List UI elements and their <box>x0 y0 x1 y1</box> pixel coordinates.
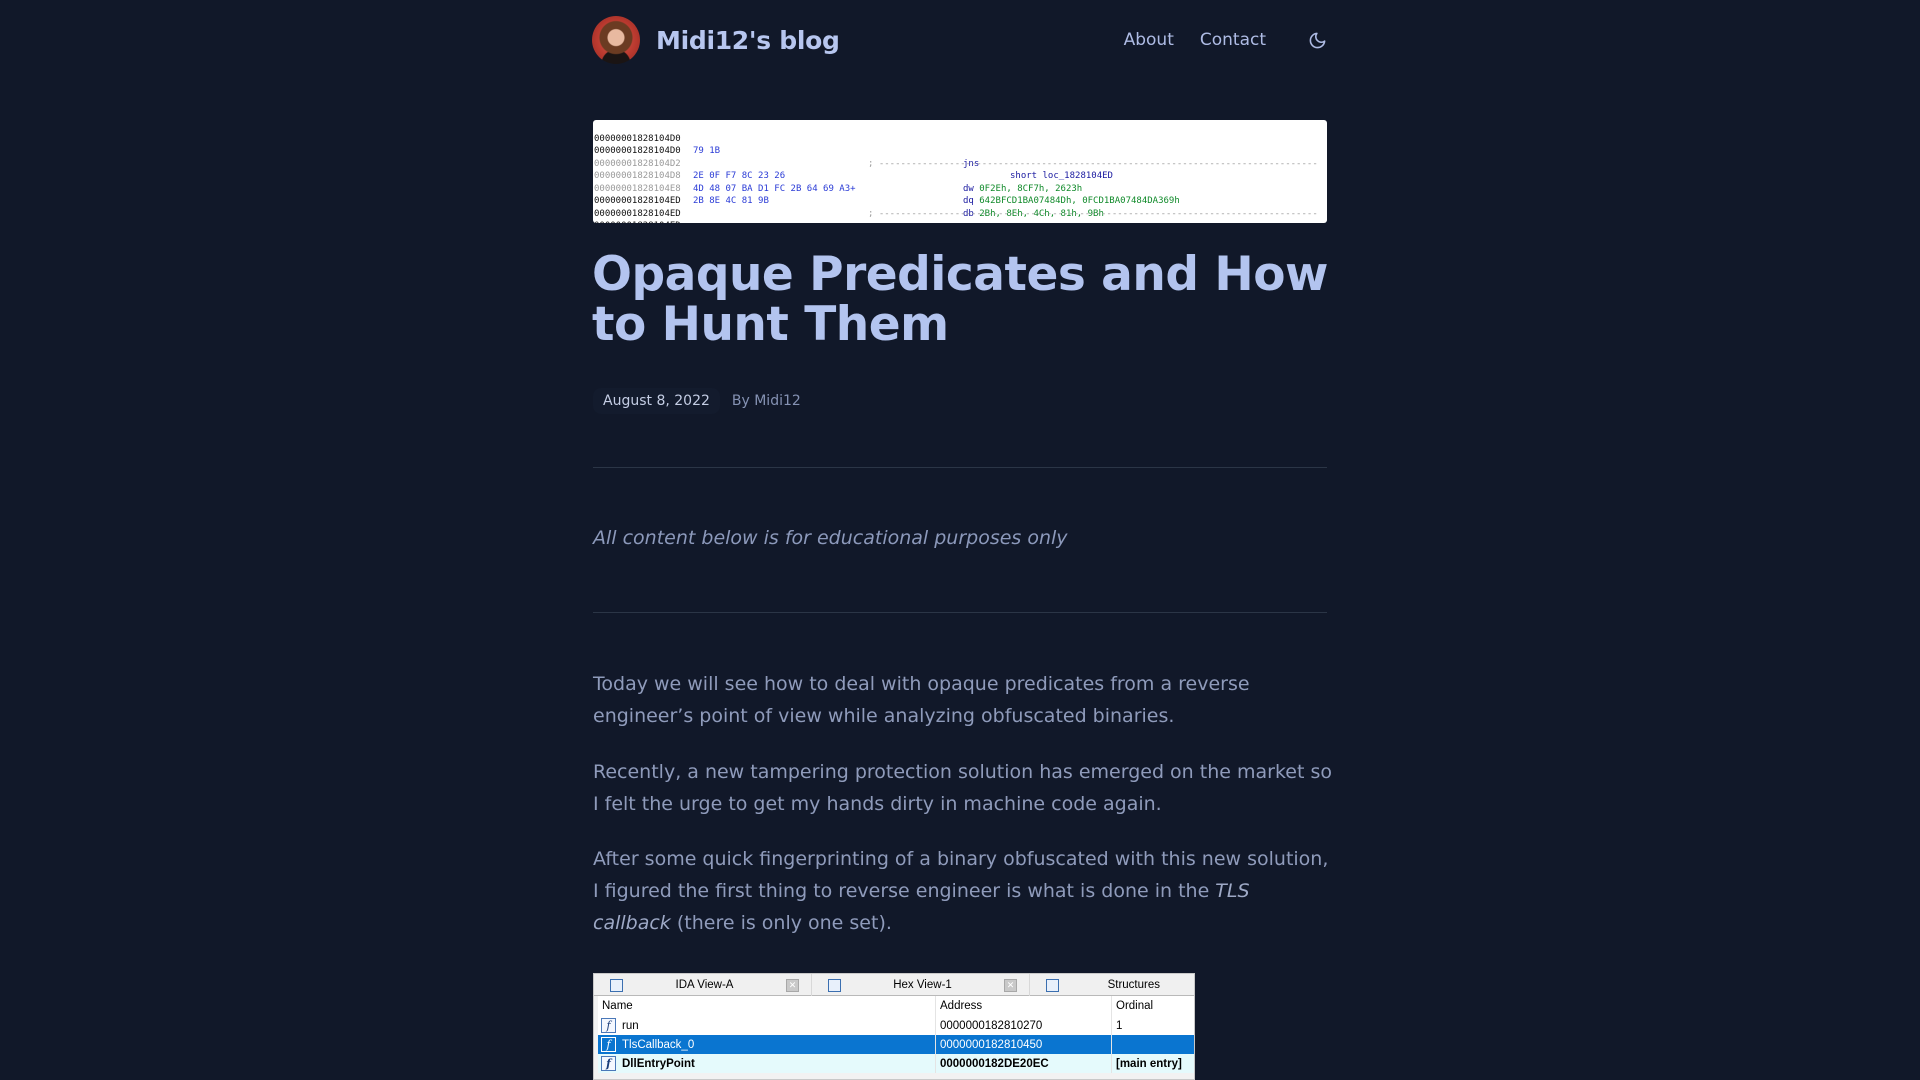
table-row-selected: f TlsCallback_0 0000000182810450 <box>598 1035 1194 1054</box>
post-date: August 8, 2022 <box>593 388 720 414</box>
ida-exports-table: Name Address Ordinal f run 00000001828102… <box>598 996 1194 1073</box>
nav-about[interactable]: About <box>1124 30 1174 50</box>
disasm-line: 00000001828104ED loc_1828104ED: ; CODE X… <box>593 208 1327 223</box>
hex-view-icon <box>828 978 841 992</box>
site-brand[interactable]: Midi12's blog <box>656 26 840 55</box>
site-header: Midi12's blog About Contact <box>592 15 1328 65</box>
table-row: f DllEntryPoint 0000000182DE20EC [main en… <box>598 1054 1194 1073</box>
disasm-line: 00000001828104ED ; ---------------------… <box>594 196 1319 219</box>
ida-tab: Structures <box>1030 974 1194 996</box>
disasm-line: 00000001828104D0 ; ---------------------… <box>594 146 1319 169</box>
table-row: f run 0000000182810270 1 <box>598 1016 1194 1035</box>
ida-exports-screenshot: IDA View-A ✕ Hex View-1 ✕ Structures Nam… <box>593 973 1195 1080</box>
avatar[interactable] <box>592 16 640 64</box>
paragraph: After some quick fingerprinting of a bin… <box>593 848 1329 934</box>
disasm-line: 00000001828104D8 4D 48 07 BA D1 FC 2B 64… <box>594 171 1180 206</box>
entry-function-icon: f <box>601 1056 616 1071</box>
post-title: Opaque Predicates and How to Hunt Them <box>592 247 1328 352</box>
function-icon: f <box>601 1018 616 1033</box>
paragraph: Recently, a new tampering protection sol… <box>593 761 1332 815</box>
disasm-line: 00000001828104D2 2E 0F F7 8C 23 26 dw 0F… <box>594 158 1083 194</box>
ida-tab-bar: IDA View-A ✕ Hex View-1 ✕ Structures <box>594 974 1194 996</box>
cover-image-disassembly: 00000001828104D0 79 1B jns short loc_182… <box>593 120 1327 223</box>
disasm-line: 00000001828104E8 2B 8E 4C 81 9B db 2Bh, … <box>594 183 1104 219</box>
close-icon: ✕ <box>1004 978 1017 992</box>
close-icon: ✕ <box>786 978 799 992</box>
paragraph: Today we will see how to deal with opaqu… <box>593 673 1250 727</box>
function-icon: f <box>601 1037 616 1052</box>
moon-icon <box>1309 32 1325 48</box>
nav-contact[interactable]: Contact <box>1200 30 1266 50</box>
disasm-line: 00000001828104ED <box>594 208 681 219</box>
table-header: Name Address Ordinal <box>598 996 1194 1016</box>
ida-view-icon <box>610 978 623 992</box>
divider <box>593 467 1327 468</box>
post-meta: August 8, 2022 By Midi12 <box>593 388 801 414</box>
main-nav: About Contact <box>1124 29 1328 51</box>
disclaimer-note: All content below is for educational pur… <box>593 527 1068 549</box>
divider <box>593 612 1327 613</box>
ida-tab: Hex View-1 ✕ <box>812 974 1030 996</box>
theme-toggle-button[interactable] <box>1306 29 1328 51</box>
ida-tab: IDA View-A ✕ <box>594 974 812 996</box>
disasm-line: 00000001828104D0 79 1B jns short loc_182… <box>594 133 1113 182</box>
structures-icon <box>1046 978 1059 992</box>
post-author: By Midi12 <box>731 393 801 409</box>
